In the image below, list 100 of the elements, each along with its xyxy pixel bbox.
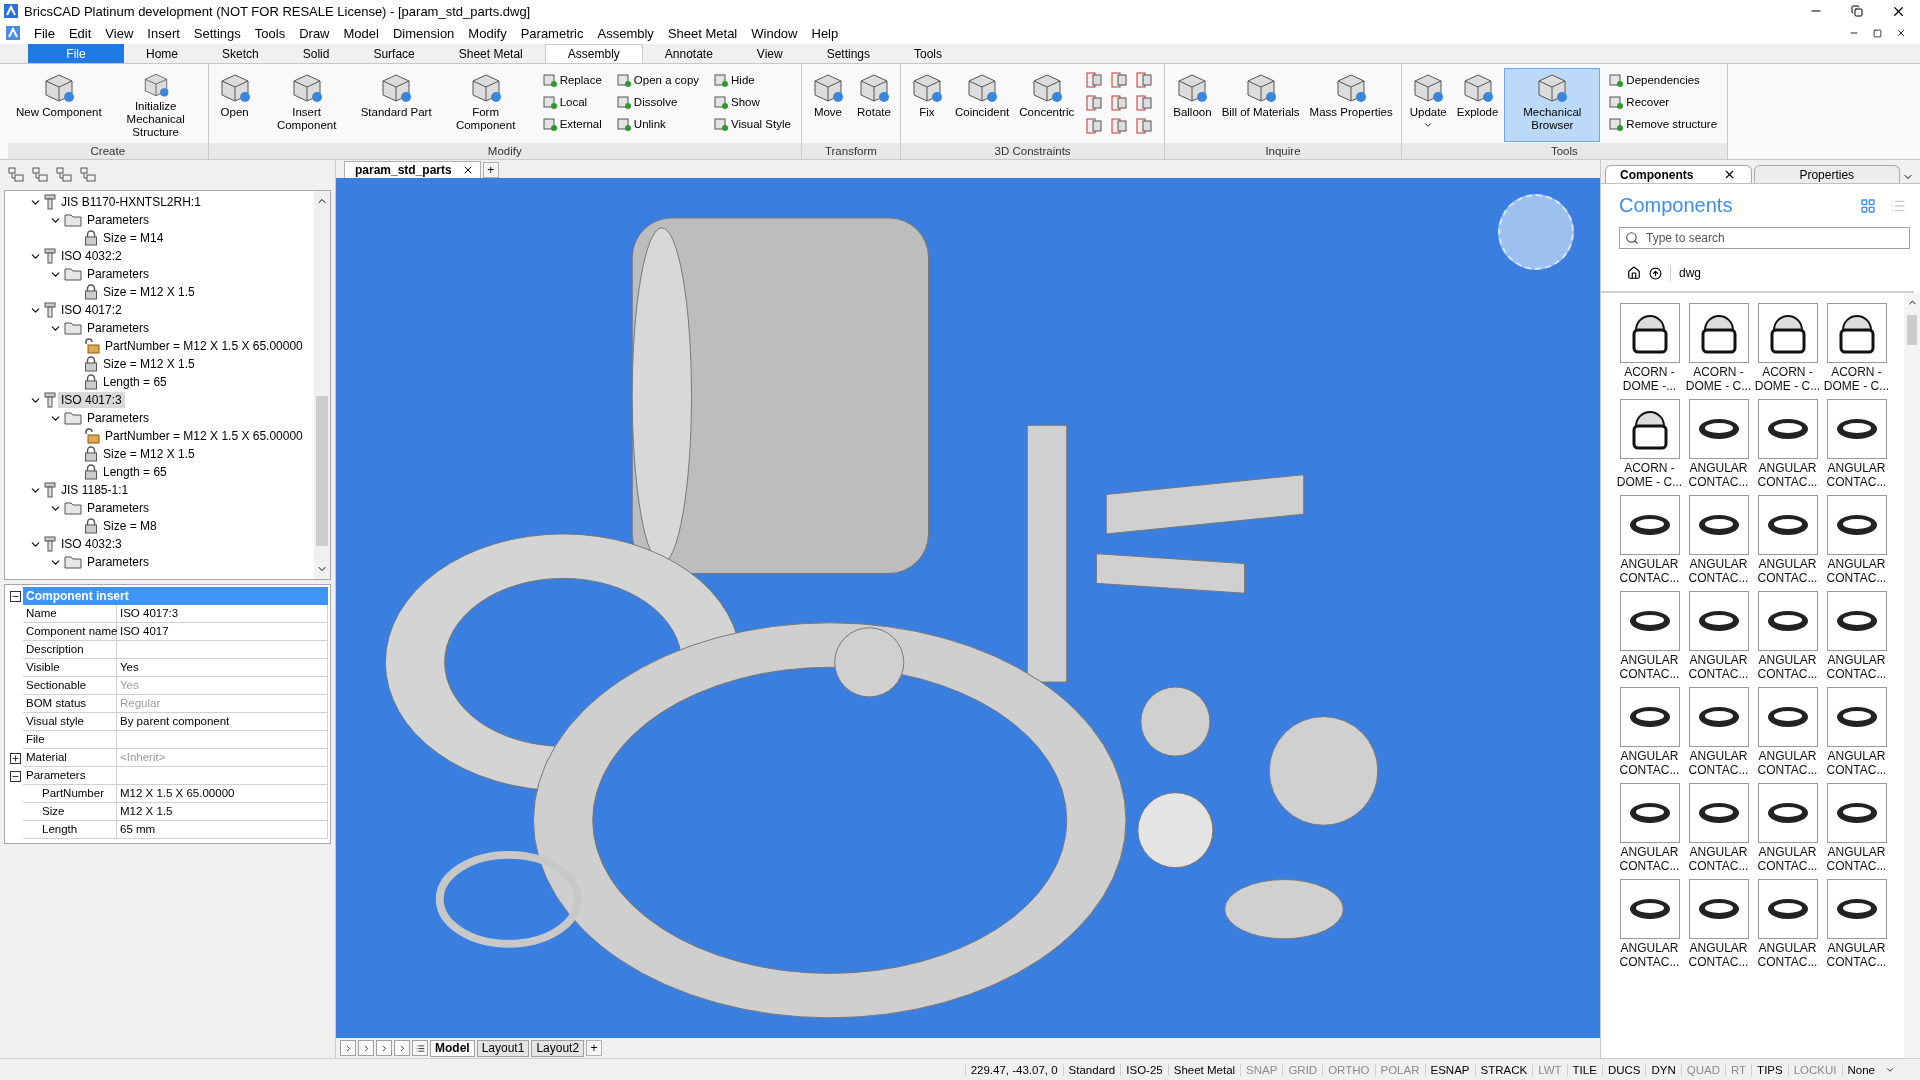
part-thumbnail[interactable] xyxy=(1757,399,1818,459)
part-thumbnail[interactable] xyxy=(1688,687,1749,747)
property-value[interactable]: ISO 4017:3 xyxy=(117,605,328,623)
tree-item[interactable]: ISO 4032:2 xyxy=(58,248,125,264)
tree-item[interactable]: JIS B1170-HXNTSL2RH:1 xyxy=(58,194,204,210)
tree-tool-icon[interactable] xyxy=(80,167,96,183)
menu-item[interactable]: Sheet Metal xyxy=(667,25,738,41)
constraint-icon[interactable] xyxy=(1084,70,1105,90)
part-thumbnail[interactable] xyxy=(1688,591,1749,651)
ribbon-tab[interactable]: Settings xyxy=(804,44,892,63)
property-value[interactable]: M12 X 1.5 X 65.00000 xyxy=(117,785,328,803)
new-tab-button[interactable]: + xyxy=(482,162,499,178)
part-thumbnail[interactable] xyxy=(1757,303,1818,363)
expand-icon[interactable] xyxy=(9,752,21,764)
menu-item[interactable]: View xyxy=(105,25,134,41)
ribbon-button[interactable]: Mechanical Browser xyxy=(1504,68,1601,142)
ribbon-small-button[interactable]: Unlink xyxy=(613,114,702,134)
constraint-icon[interactable] xyxy=(1084,93,1105,113)
part-thumbnail[interactable] xyxy=(1688,303,1749,363)
ribbon-small-button[interactable]: Dependencies xyxy=(1606,70,1720,90)
part-thumbnail[interactable] xyxy=(1619,591,1680,651)
ribbon-small-button[interactable]: Dissolve xyxy=(613,92,702,112)
tree-item[interactable]: Parameters xyxy=(84,320,153,336)
tree-item[interactable]: ISO 4032:3 xyxy=(58,536,125,552)
ribbon-small-button[interactable]: Local xyxy=(539,92,604,112)
ribbon-tab[interactable]: Sheet Metal xyxy=(436,44,545,63)
search-field[interactable]: Type to search xyxy=(1619,227,1910,249)
part-thumbnail[interactable] xyxy=(1826,495,1887,555)
constraint-icon[interactable] xyxy=(1109,93,1130,113)
ribbon-tab[interactable]: Sketch xyxy=(200,44,281,63)
menu-item[interactable]: Insert xyxy=(147,25,180,41)
menu-item[interactable]: File xyxy=(34,25,55,41)
property-value[interactable]: ISO 4017 xyxy=(117,623,328,641)
collapse-icon[interactable] xyxy=(9,770,21,782)
tree-tool-icon[interactable] xyxy=(8,167,24,183)
ribbon-button[interactable]: New Component xyxy=(12,68,106,142)
part-thumbnail[interactable] xyxy=(1826,399,1887,459)
panel-tab[interactable]: Components xyxy=(1605,165,1752,183)
tree-item[interactable]: Length = 65 xyxy=(100,464,170,480)
property-value[interactable]: M12 X 1.5 xyxy=(117,803,328,821)
part-thumbnail[interactable] xyxy=(1619,495,1680,555)
ribbon-button[interactable]: Form Component xyxy=(437,68,534,142)
ribbon-button[interactable]: Standard Part xyxy=(356,68,436,142)
layout-tab[interactable]: Model xyxy=(430,1039,475,1057)
ribbon-button[interactable]: Insert Component xyxy=(258,68,355,142)
part-thumbnail[interactable] xyxy=(1619,303,1680,363)
property-value[interactable]: By parent component xyxy=(117,713,328,731)
menu-item[interactable]: Edit xyxy=(68,25,92,41)
part-thumbnail[interactable] xyxy=(1688,783,1749,843)
part-thumbnail[interactable] xyxy=(1826,879,1887,939)
restore-icon[interactable] xyxy=(1851,5,1863,17)
ribbon-button[interactable]: Coincident xyxy=(950,68,1014,142)
ribbon-tab[interactable]: View xyxy=(734,44,805,63)
ribbon-small-button[interactable]: Hide xyxy=(711,70,793,90)
panel-tab[interactable]: Properties xyxy=(1753,165,1900,183)
part-thumbnail[interactable] xyxy=(1826,591,1887,651)
ribbon-small-button[interactable]: Visual Style xyxy=(711,114,793,134)
ribbon-tab[interactable]: Home xyxy=(124,44,200,63)
ribbon-tab[interactable]: Annotate xyxy=(642,44,735,63)
file-tab[interactable]: File xyxy=(28,44,124,63)
part-thumbnail[interactable] xyxy=(1826,687,1887,747)
menu-item[interactable]: Window xyxy=(751,25,798,41)
tree-item[interactable]: Size = M12 X 1.5 xyxy=(100,356,198,372)
constraint-icon[interactable] xyxy=(1134,70,1155,90)
menu-item[interactable]: Modify xyxy=(468,25,507,41)
restore-icon[interactable] xyxy=(1873,28,1882,38)
ribbon-button[interactable]: Rotate xyxy=(851,68,896,142)
tree-item[interactable]: PartNumber = M12 X 1.5 X 65.00000 xyxy=(102,428,306,444)
tab-list-button[interactable] xyxy=(412,1040,428,1056)
tree-item[interactable]: Parameters xyxy=(84,212,153,228)
menu-item[interactable]: Model xyxy=(343,25,379,41)
ribbon-button[interactable]: Initialize Mechanical Structure xyxy=(107,68,204,142)
status-toggle[interactable]: STRACK xyxy=(1474,1063,1533,1076)
part-thumbnail[interactable] xyxy=(1826,303,1887,363)
part-thumbnail[interactable] xyxy=(1757,495,1818,555)
ribbon-small-button[interactable]: Show xyxy=(711,92,793,112)
tree-item[interactable]: ISO 4017:3 xyxy=(58,392,125,408)
ribbon-button[interactable]: Concentric xyxy=(1015,68,1079,142)
collapse-icon[interactable] xyxy=(9,590,21,602)
menu-item[interactable]: Draw xyxy=(299,25,330,41)
part-thumbnail[interactable] xyxy=(1757,687,1818,747)
part-thumbnail[interactable] xyxy=(1757,879,1818,939)
up-level-icon[interactable] xyxy=(1649,266,1662,280)
scrollbar-thumb[interactable] xyxy=(1907,315,1917,345)
layout-tab[interactable]: Layout1 xyxy=(476,1039,530,1057)
tree-item[interactable]: JIS 1185-1:1 xyxy=(58,482,132,498)
document-icon[interactable] xyxy=(6,26,20,40)
constraint-icon[interactable] xyxy=(1084,116,1105,136)
ribbon-button[interactable]: Open xyxy=(212,68,257,142)
ribbon-button[interactable]: Balloon xyxy=(1169,68,1216,142)
part-thumbnail[interactable] xyxy=(1619,783,1680,843)
tree-item[interactable]: ISO 4017:2 xyxy=(58,302,125,318)
close-icon[interactable] xyxy=(1896,28,1906,38)
tree-item[interactable]: Parameters xyxy=(84,500,153,516)
status-toggle[interactable]: TILE xyxy=(1566,1063,1602,1076)
part-thumbnail[interactable] xyxy=(1619,687,1680,747)
status-toggle[interactable]: DYN xyxy=(1645,1063,1681,1076)
status-toggle[interactable]: TIPS xyxy=(1751,1063,1788,1076)
part-thumbnail[interactable] xyxy=(1619,879,1680,939)
property-value[interactable]: Yes xyxy=(117,659,328,677)
